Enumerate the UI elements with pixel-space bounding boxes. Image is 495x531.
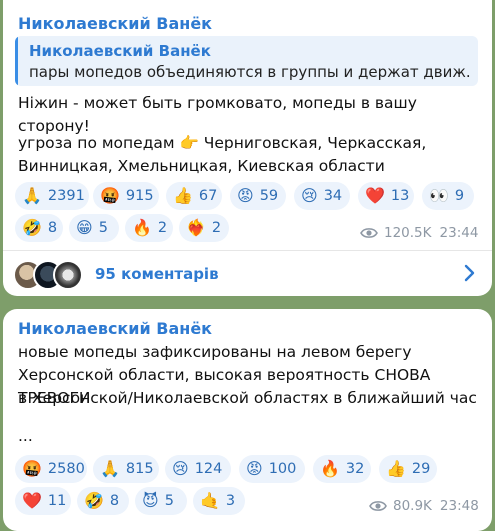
reaction-count: 29 bbox=[411, 461, 431, 477]
reaction-count: 32 bbox=[345, 461, 365, 477]
reaction-pill[interactable]: ❤️ 13 bbox=[358, 182, 414, 210]
devil-face-icon: 😈 bbox=[142, 491, 159, 510]
reaction-pill[interactable]: ❤️‍🔥 2 bbox=[179, 214, 229, 242]
reaction-pill[interactable]: 🔥 2 bbox=[125, 214, 173, 242]
swearing-face-icon: 🤬 bbox=[22, 459, 42, 478]
reaction-count: 5 bbox=[164, 493, 174, 509]
rofl-face-icon: 🤣 bbox=[22, 218, 42, 237]
pray-icon: 🙏 bbox=[22, 186, 42, 205]
reaction-pill[interactable]: 👍 29 bbox=[379, 455, 437, 483]
heart-icon: ❤️ bbox=[22, 491, 42, 510]
grinning-face-icon: 😁 bbox=[76, 218, 93, 237]
reaction-pill[interactable]: 🙏 2391 bbox=[15, 182, 89, 210]
views-count: 80.9K bbox=[393, 498, 432, 514]
thumbs-up-icon: 👍 bbox=[386, 459, 406, 478]
call-me-hand-icon: 🤙 bbox=[200, 491, 220, 510]
reply-text: пары мопедов объединяются в группы и дер… bbox=[29, 63, 470, 81]
heart-icon: ❤️ bbox=[365, 186, 385, 205]
crying-face-icon: 😢 bbox=[301, 186, 318, 205]
message-meta: 120.5K 23:44 bbox=[360, 225, 478, 241]
reaction-count: 915 bbox=[125, 188, 154, 204]
reaction-pill[interactable]: 👀 9 bbox=[422, 182, 474, 210]
reaction-pill[interactable]: 🤣 8 bbox=[77, 487, 129, 515]
reaction-count: 67 bbox=[198, 188, 218, 204]
swearing-face-icon: 🤬 bbox=[100, 186, 120, 205]
message-text-line: ... bbox=[18, 427, 33, 445]
reaction-count: 2391 bbox=[47, 188, 85, 204]
message-time: 23:48 bbox=[439, 498, 479, 514]
reaction-pill[interactable]: ❤️ 11 bbox=[15, 487, 71, 515]
reaction-pill[interactable]: 😢 124 bbox=[165, 455, 231, 483]
post-author[interactable]: Николаевский Ванёк bbox=[18, 14, 212, 33]
message-text-line: в Херсонской/Николаевской областях в бли… bbox=[18, 389, 477, 407]
reaction-count: 100 bbox=[268, 461, 297, 477]
angry-face-icon: 😡 bbox=[246, 459, 263, 478]
reaction-pill[interactable]: 👍 67 bbox=[166, 182, 222, 210]
reaction-count: 11 bbox=[47, 493, 67, 509]
reaction-pill[interactable]: 😡 100 bbox=[239, 455, 305, 483]
reaction-count: 2580 bbox=[47, 461, 85, 477]
reaction-count: 3 bbox=[225, 493, 236, 509]
comments-count-label[interactable]: 95 коментарів bbox=[95, 265, 219, 283]
reaction-count: 2 bbox=[211, 220, 222, 236]
reaction-pill[interactable]: 🤬 2580 bbox=[15, 455, 87, 483]
reaction-pill[interactable]: 😁 5 bbox=[69, 214, 119, 242]
reaction-count: 2 bbox=[157, 220, 168, 236]
reaction-count: 8 bbox=[47, 220, 58, 236]
comments-bar[interactable]: 95 коментарів bbox=[3, 250, 492, 297]
reply-quote-bar bbox=[15, 36, 18, 86]
reaction-count: 59 bbox=[259, 188, 279, 204]
reaction-count: 8 bbox=[109, 493, 120, 509]
reaction-count: 5 bbox=[98, 220, 108, 236]
message-text-line: Винницкая, Хмельницкая, Киевская области bbox=[18, 157, 385, 175]
fire-icon: 🔥 bbox=[132, 218, 152, 237]
reaction-count: 9 bbox=[454, 188, 465, 204]
reaction-pill[interactable]: 😢 34 bbox=[294, 182, 350, 210]
reaction-pill[interactable]: 😡 59 bbox=[230, 182, 286, 210]
reaction-pill[interactable]: 🤙 3 bbox=[193, 487, 245, 515]
angry-face-icon: 😡 bbox=[237, 186, 254, 205]
reaction-count: 13 bbox=[390, 188, 410, 204]
reaction-pill[interactable]: 🤬 915 bbox=[93, 182, 159, 210]
thumbs-up-icon: 👍 bbox=[173, 186, 193, 205]
views-count: 120.5K bbox=[384, 225, 432, 241]
reply-author: Николаевский Ванёк bbox=[29, 42, 211, 60]
eye-icon bbox=[360, 228, 378, 238]
fire-icon: 🔥 bbox=[320, 459, 340, 478]
message-time: 23:44 bbox=[439, 225, 479, 241]
message-post-1: Николаевский Ванёк Николаевский Ванёк па… bbox=[3, 0, 492, 296]
post-author[interactable]: Николаевский Ванёк bbox=[18, 319, 212, 338]
reaction-pill[interactable]: 🤣 8 bbox=[15, 214, 63, 242]
reaction-pill[interactable]: 🔥 32 bbox=[313, 455, 371, 483]
heart-on-fire-icon: ❤️‍🔥 bbox=[186, 218, 206, 237]
chevron-right-icon[interactable] bbox=[464, 264, 476, 282]
message-post-2: Николаевский Ванёк новые мопеды зафиксир… bbox=[3, 309, 492, 531]
crying-face-icon: 😢 bbox=[172, 459, 189, 478]
reaction-count: 815 bbox=[125, 461, 154, 477]
message-text-line: новые мопеды зафиксированы на левом бере… bbox=[18, 343, 412, 361]
commenter-avatar bbox=[53, 260, 83, 290]
message-meta: 80.9K 23:48 bbox=[369, 498, 479, 514]
rofl-face-icon: 🤣 bbox=[84, 491, 104, 510]
reaction-pill[interactable]: 😈 5 bbox=[135, 487, 187, 515]
reaction-pill[interactable]: 🙏 815 bbox=[93, 455, 159, 483]
eyes-icon: 👀 bbox=[429, 186, 449, 205]
pray-icon: 🙏 bbox=[100, 459, 120, 478]
reply-quote[interactable]: Николаевский Ванёк пары мопедов объединя… bbox=[15, 36, 478, 86]
reaction-count: 34 bbox=[323, 188, 343, 204]
eye-icon bbox=[369, 501, 387, 511]
message-text-line: угроза по мопедам 👉 Черниговская, Черкас… bbox=[18, 134, 427, 152]
reaction-count: 124 bbox=[194, 461, 223, 477]
